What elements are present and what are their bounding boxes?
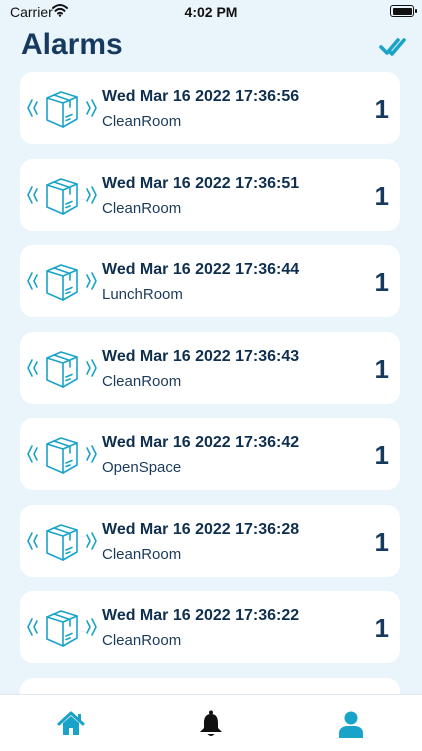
alarm-timestamp: Wed Mar 16 2022 17:36:22	[102, 607, 300, 624]
alarm-timestamp: Wed Mar 16 2022 17:36:28	[102, 521, 300, 538]
alarm-count: 1	[374, 440, 389, 470]
vibrating-box-icon	[27, 91, 97, 128]
alarm-list-item[interactable]: Wed Mar 16 2022 17:36:44 LunchRoom 1	[20, 245, 400, 317]
alarm-list-item[interactable]: Wed Mar 16 2022 17:36:51 CleanRoom 1	[20, 159, 400, 231]
alarm-location: CleanRoom	[102, 546, 182, 563]
alarm-count: 1	[374, 354, 389, 384]
alarm-location: CleanRoom	[102, 200, 182, 217]
battery-icon	[390, 5, 417, 17]
alarm-location: CleanRoom	[102, 632, 182, 649]
alarm-list-item[interactable]: Wed Mar 16 2022 17:36:56 CleanRoom 1	[20, 72, 400, 144]
alarm-list-item[interactable]: Wed Mar 16 2022 17:36:43 CleanRoom 1	[20, 332, 400, 404]
alarm-list-item[interactable]: Wed Mar 16 2022 17:36:28 CleanRoom 1	[20, 505, 400, 577]
page-title: Alarms	[21, 28, 123, 61]
vibrating-box-icon	[27, 264, 97, 301]
alarm-list[interactable]: Wed Mar 16 2022 17:36:56 CleanRoom 1 Wed…	[0, 70, 422, 694]
tab-alarms[interactable]	[196, 709, 226, 739]
alarm-count: 1	[374, 527, 389, 557]
user-icon	[339, 711, 363, 738]
tab-bar	[0, 694, 422, 751]
vibrating-box-icon	[27, 610, 97, 647]
header: Alarms	[0, 24, 422, 70]
bell-icon	[200, 710, 222, 736]
alarm-timestamp: Wed Mar 16 2022 17:36:42	[102, 434, 300, 451]
alarm-timestamp: Wed Mar 16 2022 17:36:43	[102, 348, 300, 365]
alarm-timestamp: Wed Mar 16 2022 17:36:51	[102, 175, 300, 192]
status-bar: Carrier 4:02 PM	[0, 0, 422, 24]
alarm-count: 1	[374, 613, 389, 643]
alarm-count: 1	[374, 181, 389, 211]
alarm-list-item-partial[interactable]	[20, 678, 400, 694]
vibrating-box-icon	[27, 178, 97, 215]
alarm-location: OpenSpace	[102, 459, 182, 476]
alarm-location: LunchRoom	[102, 286, 183, 303]
vibrating-box-icon	[27, 524, 97, 561]
alarm-list-item[interactable]: Wed Mar 16 2022 17:36:42 OpenSpace 1	[20, 418, 400, 490]
tab-profile[interactable]	[336, 709, 366, 739]
tab-home[interactable]	[56, 709, 86, 739]
alarm-timestamp: Wed Mar 16 2022 17:36:56	[102, 88, 300, 105]
alarm-location: CleanRoom	[102, 113, 182, 130]
alarm-list-item[interactable]: Wed Mar 16 2022 17:36:22 CleanRoom 1	[20, 591, 400, 663]
alarm-count: 1	[374, 267, 389, 297]
vibrating-box-icon	[27, 437, 97, 474]
home-icon	[57, 711, 85, 735]
vibrating-box-icon	[27, 351, 97, 388]
double-check-icon	[379, 38, 406, 56]
acknowledge-all-button[interactable]	[378, 32, 408, 62]
alarm-location: CleanRoom	[102, 373, 182, 390]
alarm-timestamp: Wed Mar 16 2022 17:36:44	[102, 261, 300, 278]
alarm-count: 1	[374, 94, 389, 124]
status-time: 4:02 PM	[184, 4, 238, 20]
